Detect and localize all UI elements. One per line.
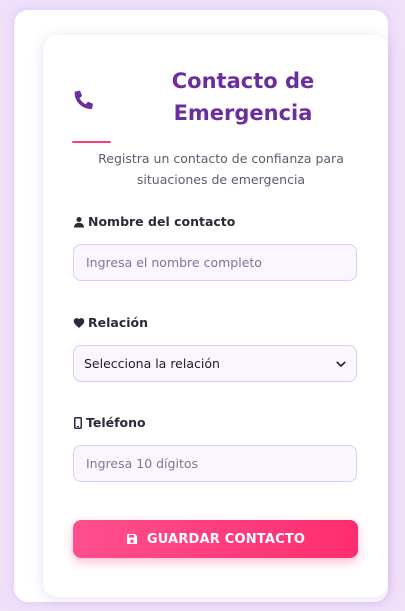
page-subtitle: Registra un contacto de confianza para s… — [81, 148, 361, 190]
contact-name-input[interactable] — [73, 244, 357, 281]
phone-icon — [74, 90, 93, 109]
floppy-disk-icon — [126, 534, 137, 544]
mobile-phone-icon — [74, 416, 82, 429]
name-label-text: Nombre del contacto — [88, 214, 236, 229]
title-line-2: Emergencia — [173, 101, 313, 125]
chevron-down-icon — [336, 361, 346, 367]
subtitle-line-2: situaciones de emergencia — [136, 172, 306, 187]
user-icon — [74, 216, 84, 227]
title-accent-divider — [72, 141, 111, 143]
subtitle-line-1: Registra un contacto de confianza para — [98, 151, 344, 166]
outer-frame: Contacto de Emergencia Registra un conta… — [14, 10, 388, 602]
relation-label-text: Relación — [88, 315, 149, 330]
relation-label: Relación — [73, 315, 148, 330]
relation-select[interactable]: Selecciona la relación — [73, 345, 357, 382]
name-label: Nombre del contacto — [73, 214, 235, 229]
phone-label-text: Teléfono — [86, 415, 146, 430]
heart-icon — [73, 317, 85, 328]
save-contact-button[interactable]: GUARDAR CONTACTO — [73, 520, 358, 558]
phone-input[interactable] — [73, 445, 357, 482]
save-contact-button-label: GUARDAR CONTACTO — [146, 531, 306, 547]
page-title: Contacto de Emergencia — [123, 65, 363, 129]
phone-label: Teléfono — [73, 415, 146, 430]
title-line-1: Contacto de — [171, 69, 315, 93]
emergency-contact-card: Contacto de Emergencia Registra un conta… — [43, 35, 388, 597]
relation-select-value: Selecciona la relación — [84, 356, 220, 371]
